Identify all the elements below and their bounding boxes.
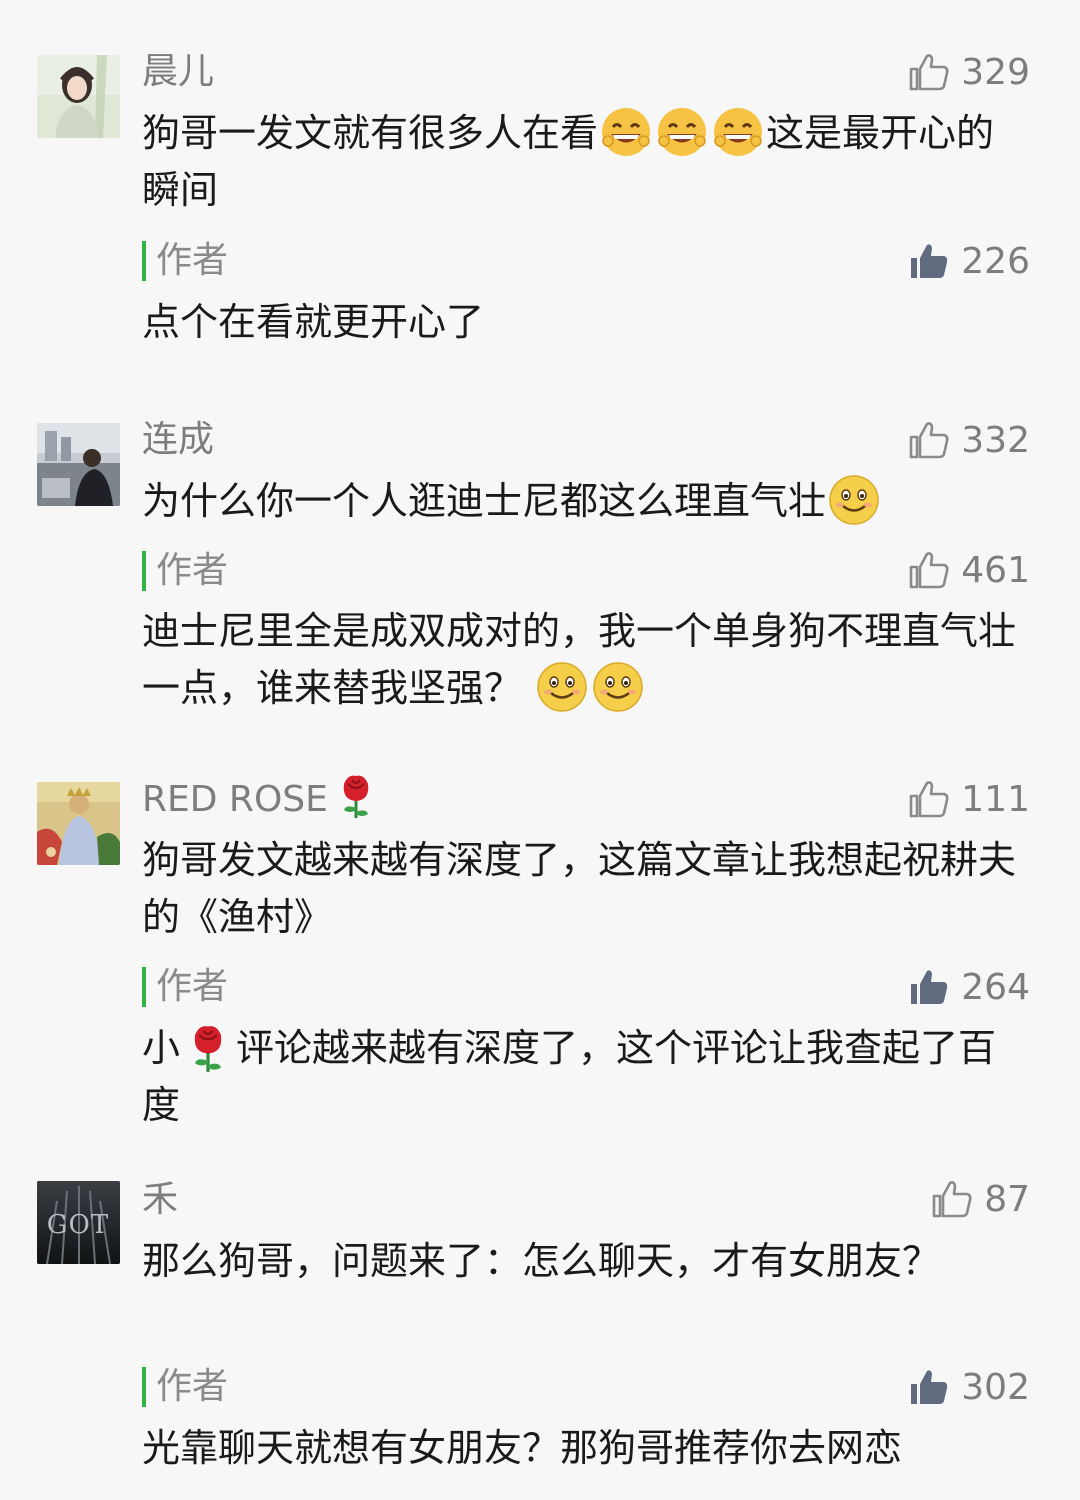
thumbs-up-outline-icon xyxy=(930,1177,974,1221)
like-count: 332 xyxy=(961,419,1030,461)
avatar[interactable]: GOT xyxy=(37,1181,120,1264)
avatar[interactable] xyxy=(37,782,120,865)
like-count: 226 xyxy=(961,240,1030,282)
thumbs-up-outline-icon xyxy=(907,548,951,592)
comment-nickname: 连成 xyxy=(142,419,215,460)
thumbs-up-outline-icon xyxy=(907,777,951,821)
author-label: 作者 xyxy=(156,966,229,1007)
like-count: 302 xyxy=(961,1366,1030,1408)
avatar[interactable] xyxy=(37,423,120,506)
like-button[interactable]: 226 xyxy=(907,239,1030,283)
author-reply-tag: 作者 xyxy=(142,967,228,1007)
comment-text: 那么狗哥，问题来了：怎么聊天，才有女朋友？ xyxy=(142,1239,941,1283)
comment-nickname: 禾 xyxy=(142,1179,179,1220)
like-button[interactable]: 332 xyxy=(907,418,1030,462)
thumbs-up-filled-icon xyxy=(907,965,951,1009)
comment-text: 狗哥一发文就有很多人在看 这是最开心的瞬间 xyxy=(142,105,1027,219)
comment-nickname-text: RED ROSE xyxy=(142,779,328,820)
grin-emoji xyxy=(711,105,765,159)
author-reply-text: 光靠聊天就想有女朋友？那狗哥推荐你去网恋 xyxy=(142,1426,903,1470)
like-button[interactable]: 302 xyxy=(907,1365,1030,1409)
like-count: 111 xyxy=(961,778,1030,820)
author-reply-tag: 作者 xyxy=(142,241,228,281)
like-button[interactable]: 111 xyxy=(907,777,1030,821)
avatar[interactable] xyxy=(37,55,120,138)
thumbs-up-outline-icon xyxy=(907,50,951,94)
grin-emoji xyxy=(655,105,709,159)
author-reply-text: 点个在看就更开心了 xyxy=(142,300,485,344)
comment-nickname: 晨儿 xyxy=(142,51,215,92)
comment-nickname: RED ROSE xyxy=(142,775,378,820)
comment-text: 为什么你一个人逛迪士尼都这么理直气壮 xyxy=(142,473,1027,530)
like-count: 87 xyxy=(984,1178,1030,1220)
rose-icon xyxy=(334,770,378,820)
author-label: 作者 xyxy=(156,1366,229,1407)
author-bar xyxy=(142,551,146,591)
comment-text-part: 狗哥一发文就有很多人在看 xyxy=(142,111,599,155)
like-count: 264 xyxy=(961,966,1030,1008)
like-button[interactable]: 461 xyxy=(907,548,1030,592)
rose-icon xyxy=(181,1020,235,1074)
smile-emoji xyxy=(827,473,881,527)
author-bar xyxy=(142,241,146,281)
like-count: 461 xyxy=(961,549,1030,591)
author-bar xyxy=(142,1367,146,1407)
author-reply-text: 迪士尼里全是成双成对的，我一个单身狗不理直气壮一点，谁来替我坚强？ xyxy=(142,603,1027,717)
author-label: 作者 xyxy=(156,550,229,591)
comment-text-part: 为什么你一个人逛迪士尼都这么理直气壮 xyxy=(142,479,827,523)
comment-text: 狗哥发文越来越有深度了，这篇文章让我想起祝耕夫的《渔村》 xyxy=(142,838,1017,939)
author-reply-text: 小评论越来越有深度了，这个评论让我查起了百度 xyxy=(142,1020,1027,1134)
thumbs-up-filled-icon xyxy=(907,239,951,283)
author-reply-tag: 作者 xyxy=(142,551,228,591)
like-button[interactable]: 329 xyxy=(907,50,1030,94)
like-count: 329 xyxy=(961,51,1030,93)
smile-emoji xyxy=(591,660,645,714)
author-bar xyxy=(142,967,146,1007)
avatar-text: GOT xyxy=(47,1210,109,1240)
author-reply-text-part: 小 xyxy=(142,1026,181,1070)
like-button[interactable]: 264 xyxy=(907,965,1030,1009)
author-reply-tag: 作者 xyxy=(142,1367,228,1407)
smile-emoji xyxy=(535,660,589,714)
thumbs-up-filled-icon xyxy=(907,1365,951,1409)
thumbs-up-outline-icon xyxy=(907,418,951,462)
grin-emoji xyxy=(599,105,653,159)
like-button[interactable]: 87 xyxy=(930,1177,1030,1221)
author-label: 作者 xyxy=(156,240,229,281)
author-reply-text-part: 评论越来越有深度了，这个评论让我查起了百度 xyxy=(142,1026,997,1127)
